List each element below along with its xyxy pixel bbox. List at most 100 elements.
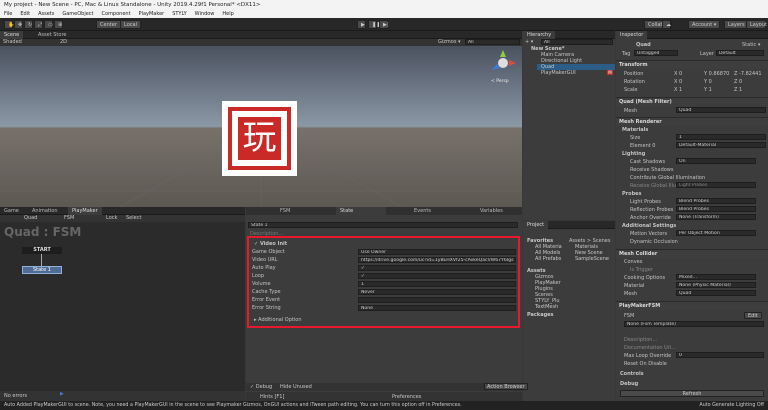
layout-dropdown[interactable]: Layout ▾ <box>746 20 768 29</box>
gizmos-dropdown[interactable]: Gizmos ▾ <box>438 39 461 45</box>
mesh-renderer-header[interactable]: Mesh Renderer <box>616 117 768 126</box>
shading-mode-dropdown[interactable]: Shaded <box>3 39 22 45</box>
refresh-button[interactable]: Refresh <box>620 390 764 397</box>
tab-project[interactable]: Project <box>523 221 549 229</box>
position-y[interactable]: Y 0.86870 <box>704 71 729 77</box>
fsm-dropdown[interactable]: FSM <box>64 215 74 221</box>
scene-search-input[interactable]: All <box>465 39 520 45</box>
menu-window[interactable]: Window <box>191 10 219 18</box>
mesh-field[interactable]: Quad <box>676 107 766 113</box>
lock-toggle[interactable]: Lock <box>106 215 117 221</box>
start-label: START <box>22 247 62 254</box>
transform-tool-icon[interactable]: ⊕ <box>54 20 63 29</box>
tab-variables[interactable]: Variables <box>476 207 507 215</box>
menu-component[interactable]: Component <box>98 10 135 18</box>
play-icon[interactable]: ▶ <box>60 391 68 399</box>
transform-header[interactable]: Transform <box>616 60 768 69</box>
object-name[interactable]: Quad <box>636 42 651 48</box>
rotation-y[interactable]: Y 0 <box>704 79 712 85</box>
fsm-template-field[interactable]: None (Fsm Template) <box>624 321 764 327</box>
rotate-tool-icon[interactable]: ↻ <box>24 20 33 29</box>
action-browser-button[interactable]: Action Browser <box>484 383 528 390</box>
collider-mesh-field[interactable]: Quad <box>676 290 756 296</box>
scale-x[interactable]: X 1 <box>674 87 682 93</box>
preferences-button[interactable]: Preferences <box>392 394 421 400</box>
tab-hierarchy[interactable]: Hierarchy <box>523 31 556 39</box>
menu-playmaker[interactable]: PlayMaker <box>135 10 169 18</box>
material-element-field[interactable]: Default-Material <box>676 142 766 148</box>
play-button[interactable]: ▶ <box>357 20 366 29</box>
cast-shadows-dropdown[interactable]: On <box>676 158 756 164</box>
cloud-icon[interactable]: ☁ <box>662 20 671 29</box>
motion-vectors-dropdown[interactable]: Per Object Motion <box>676 230 756 236</box>
mesh-filter-header[interactable]: Quad (Mesh Filter) <box>616 97 768 106</box>
window-title: My project - New Scene - PC, Mac & Linux… <box>0 0 768 10</box>
hierarchy-item[interactable]: PlayMakerGUI <box>541 70 576 76</box>
physic-material-field[interactable]: None (Physic Material) <box>676 282 756 288</box>
persp-label[interactable]: < Persp <box>491 79 509 84</box>
quad-texture[interactable]: 玩 <box>222 101 297 176</box>
menu-edit[interactable]: Edit <box>16 10 34 18</box>
status-message: Auto Added PlayMakerGUI to scene. Note, … <box>4 403 462 408</box>
rotation-z[interactable]: Z 0 <box>734 79 742 85</box>
cooking-options-dropdown[interactable]: Mixed... <box>676 274 756 280</box>
tab-game[interactable]: Game <box>0 207 23 215</box>
playmaker-badge-icon: M <box>607 70 613 75</box>
materials-size[interactable]: 1 <box>676 134 766 140</box>
hierarchy-search-input[interactable]: All <box>541 39 613 45</box>
step-button[interactable]: ▶| <box>379 20 389 29</box>
anchor-override-field[interactable]: None (Transform) <box>676 214 756 220</box>
layer-dropdown[interactable]: Default <box>716 50 764 56</box>
position-x[interactable]: X 0 <box>674 71 682 77</box>
max-loop-field[interactable]: 0 <box>676 352 764 358</box>
scene-viewport[interactable]: 玩 < Persp <box>0 46 522 207</box>
pause-button[interactable]: ❚❚ <box>368 20 380 29</box>
scene-panel: Scene Asset Store Shaded 2D Gizmos ▾ All… <box>0 31 522 207</box>
pivot-center-button[interactable]: Center <box>96 20 121 29</box>
move-tool-icon[interactable]: ✥ <box>14 20 23 29</box>
tab-asset-store[interactable]: Asset Store <box>34 31 70 39</box>
tab-playmaker[interactable]: PlayMaker <box>68 207 102 215</box>
2d-toggle[interactable]: 2D <box>60 39 67 45</box>
tab-events[interactable]: Events <box>410 207 435 215</box>
logo-glyph: 玩 <box>238 117 281 160</box>
tab-state[interactable]: State <box>336 207 386 215</box>
playmakerfsm-header[interactable]: PlayMakerFSM <box>616 301 768 310</box>
menu-help[interactable]: Help <box>218 10 237 18</box>
reflection-probes-dropdown[interactable]: Blend Probes <box>676 206 756 212</box>
packages-folder[interactable]: Packages <box>527 312 554 318</box>
scale-tool-icon[interactable]: ⤢ <box>34 20 43 29</box>
pivot-local-button[interactable]: Local <box>120 20 141 29</box>
hierarchy-panel: Hierarchy + ▾ All New Scene* Main Camera… <box>523 31 615 220</box>
state-name-field[interactable]: State 1 <box>248 222 518 228</box>
tab-fsm[interactable]: FSM <box>276 207 294 215</box>
menu-gameobject[interactable]: GameObject <box>58 10 97 18</box>
tag-dropdown[interactable]: Untagged <box>634 50 678 56</box>
tab-inspector[interactable]: Inspector <box>616 31 648 39</box>
account-dropdown[interactable]: Account ▾ <box>688 20 721 29</box>
hierarchy-add-button[interactable]: + ▾ <box>525 39 533 45</box>
axis-gizmo-icon[interactable] <box>488 48 518 78</box>
mesh-collider-header[interactable]: Mesh Collider <box>616 249 768 258</box>
scale-y[interactable]: Y 1 <box>704 87 712 93</box>
hide-unused-toggle[interactable]: Hide Unused <box>280 384 312 390</box>
tab-scene[interactable]: Scene <box>0 31 24 39</box>
menu-file[interactable]: File <box>0 10 16 18</box>
menu-assets[interactable]: Assets <box>34 10 58 18</box>
hand-tool-icon[interactable]: ✋ <box>4 20 14 29</box>
rotation-x[interactable]: X 0 <box>674 79 682 85</box>
debug-toggle[interactable]: ✓ Debug <box>250 384 272 390</box>
fsm-edit-button[interactable]: Edit <box>744 312 762 319</box>
select-button[interactable]: Select <box>126 215 141 221</box>
hints-button[interactable]: Hints [F1] <box>260 394 284 400</box>
scale-z[interactable]: Z 1 <box>734 87 742 93</box>
light-probes-dropdown[interactable]: Blend Probes <box>676 198 756 204</box>
position-z[interactable]: Z -7.82441 <box>734 71 762 77</box>
tab-animation[interactable]: Animation <box>28 207 62 215</box>
state-node[interactable]: State 1 <box>22 266 62 274</box>
rect-tool-icon[interactable]: ▭ <box>44 20 53 29</box>
fsm-title: Quad : FSM <box>4 225 82 239</box>
fsm-object-dropdown[interactable]: Quad <box>24 215 37 221</box>
static-dropdown[interactable]: Static ▾ <box>742 42 760 48</box>
menu-styly[interactable]: STYLY <box>168 10 190 18</box>
